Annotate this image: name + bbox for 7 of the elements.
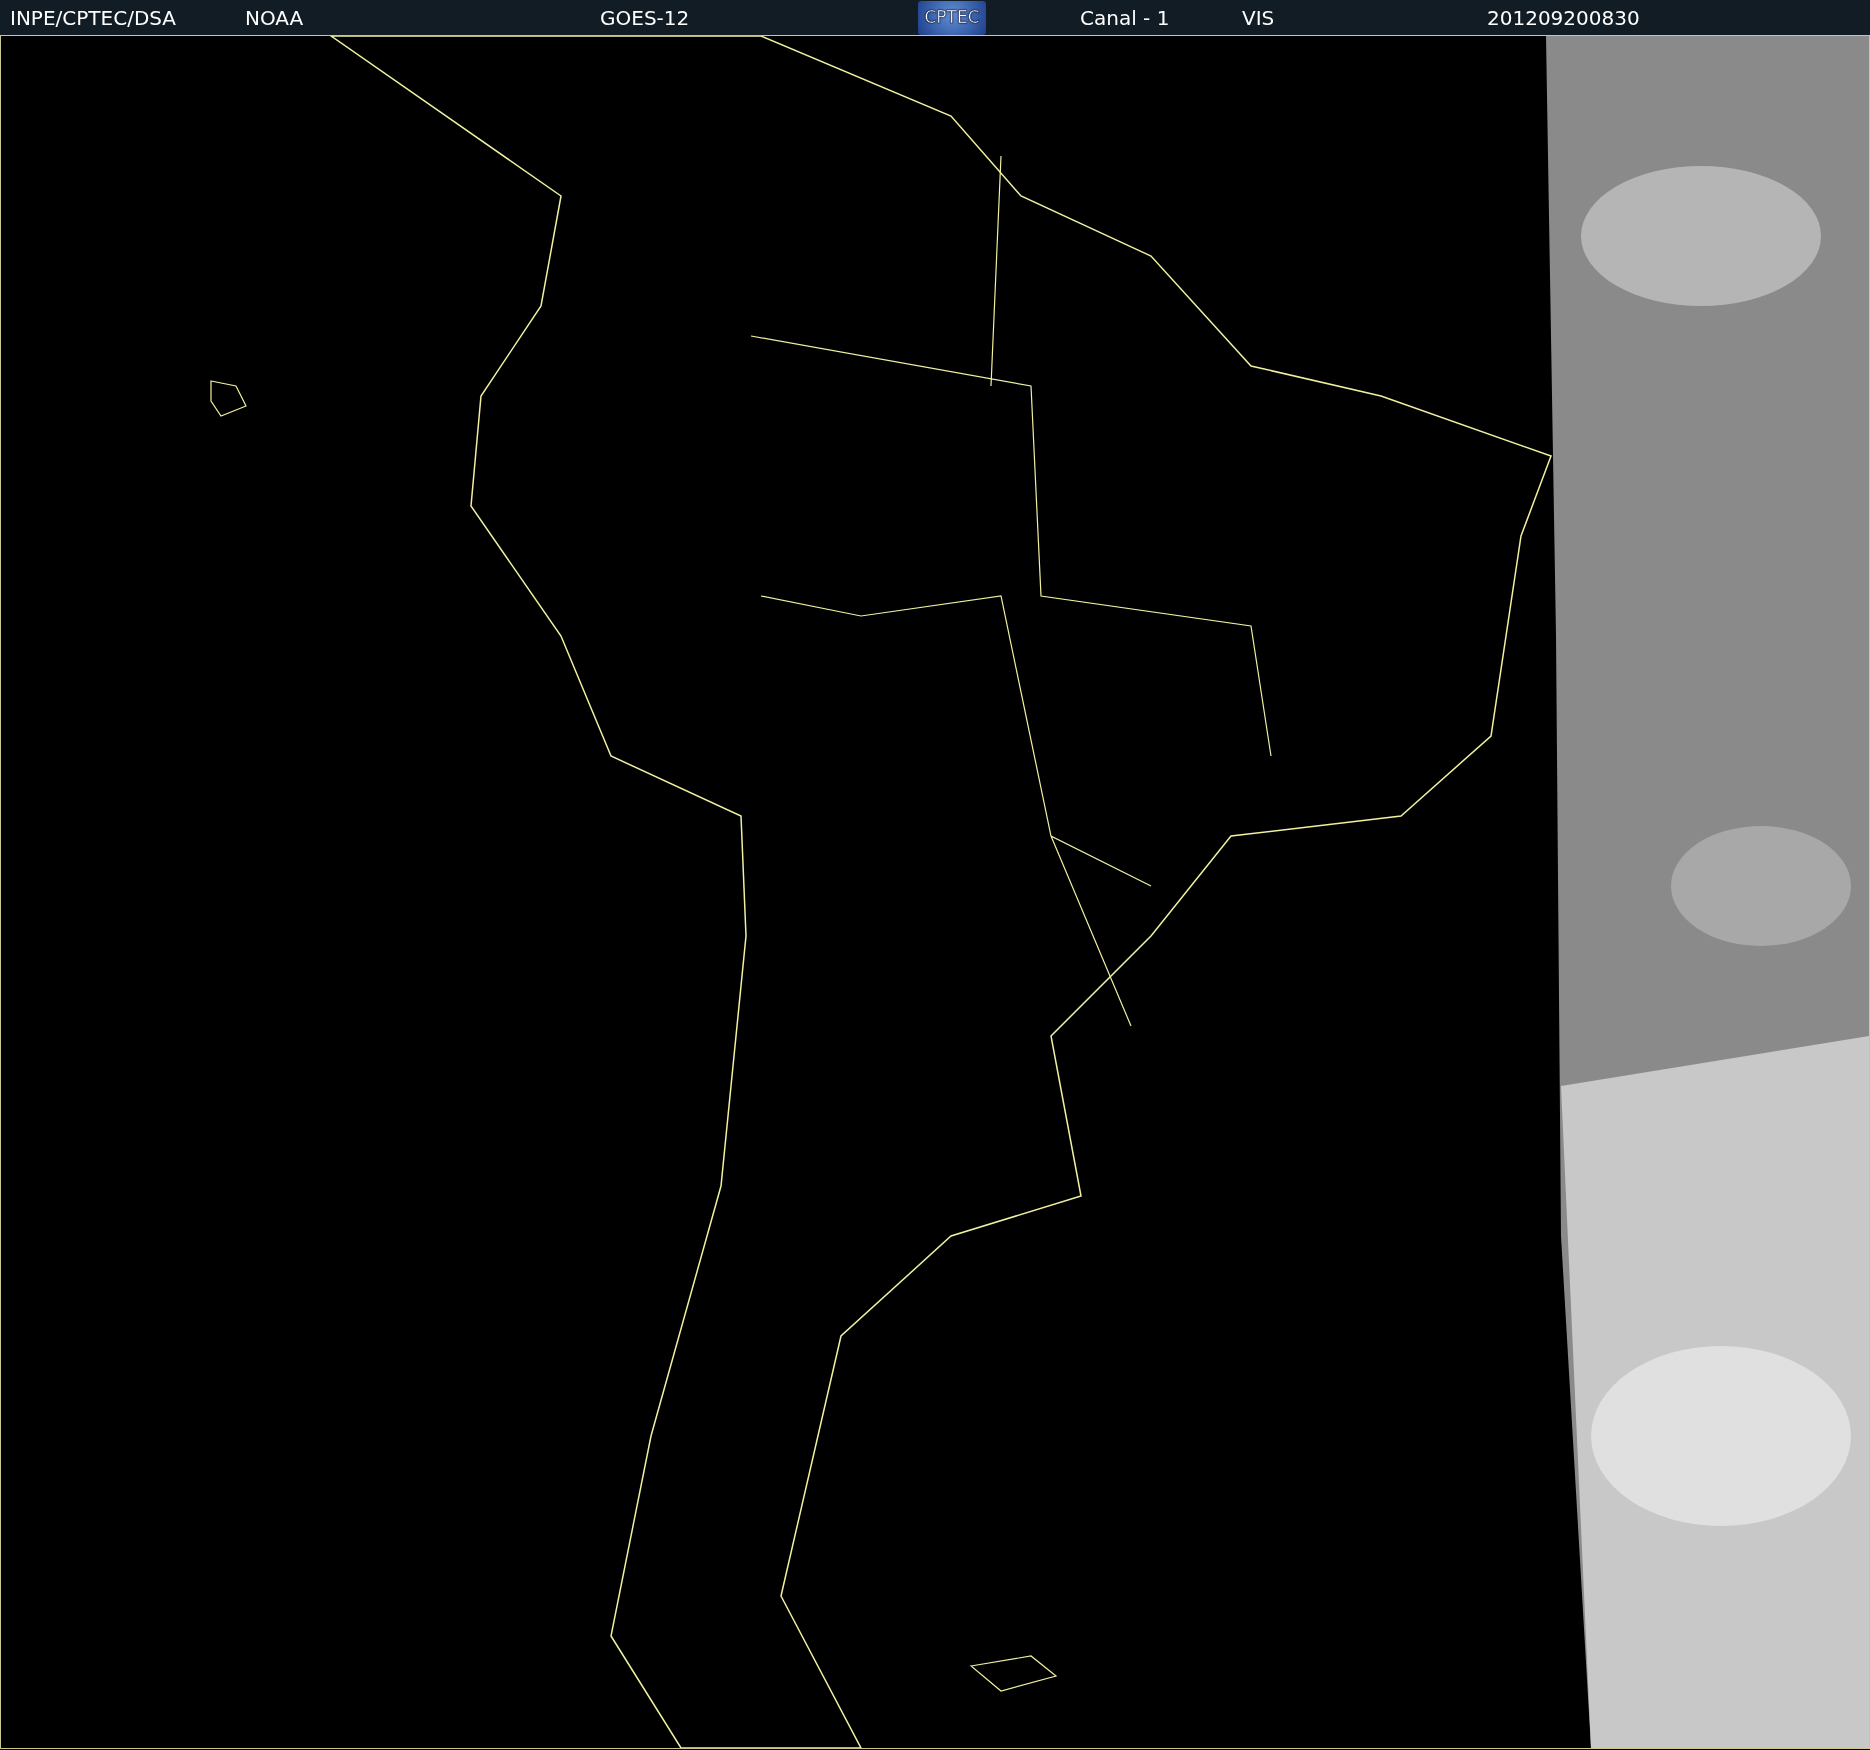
header-label: NOAA [245,4,305,32]
header-label: INPE/CPTEC/DSA [9,4,178,32]
header-label: GOES-12 [600,4,691,32]
header-label: 201209200830 [1487,4,1641,32]
header-label: VIS [1242,4,1276,32]
header-label: Canal - 1 [1080,4,1171,32]
logo: CPTEC [918,0,986,35]
